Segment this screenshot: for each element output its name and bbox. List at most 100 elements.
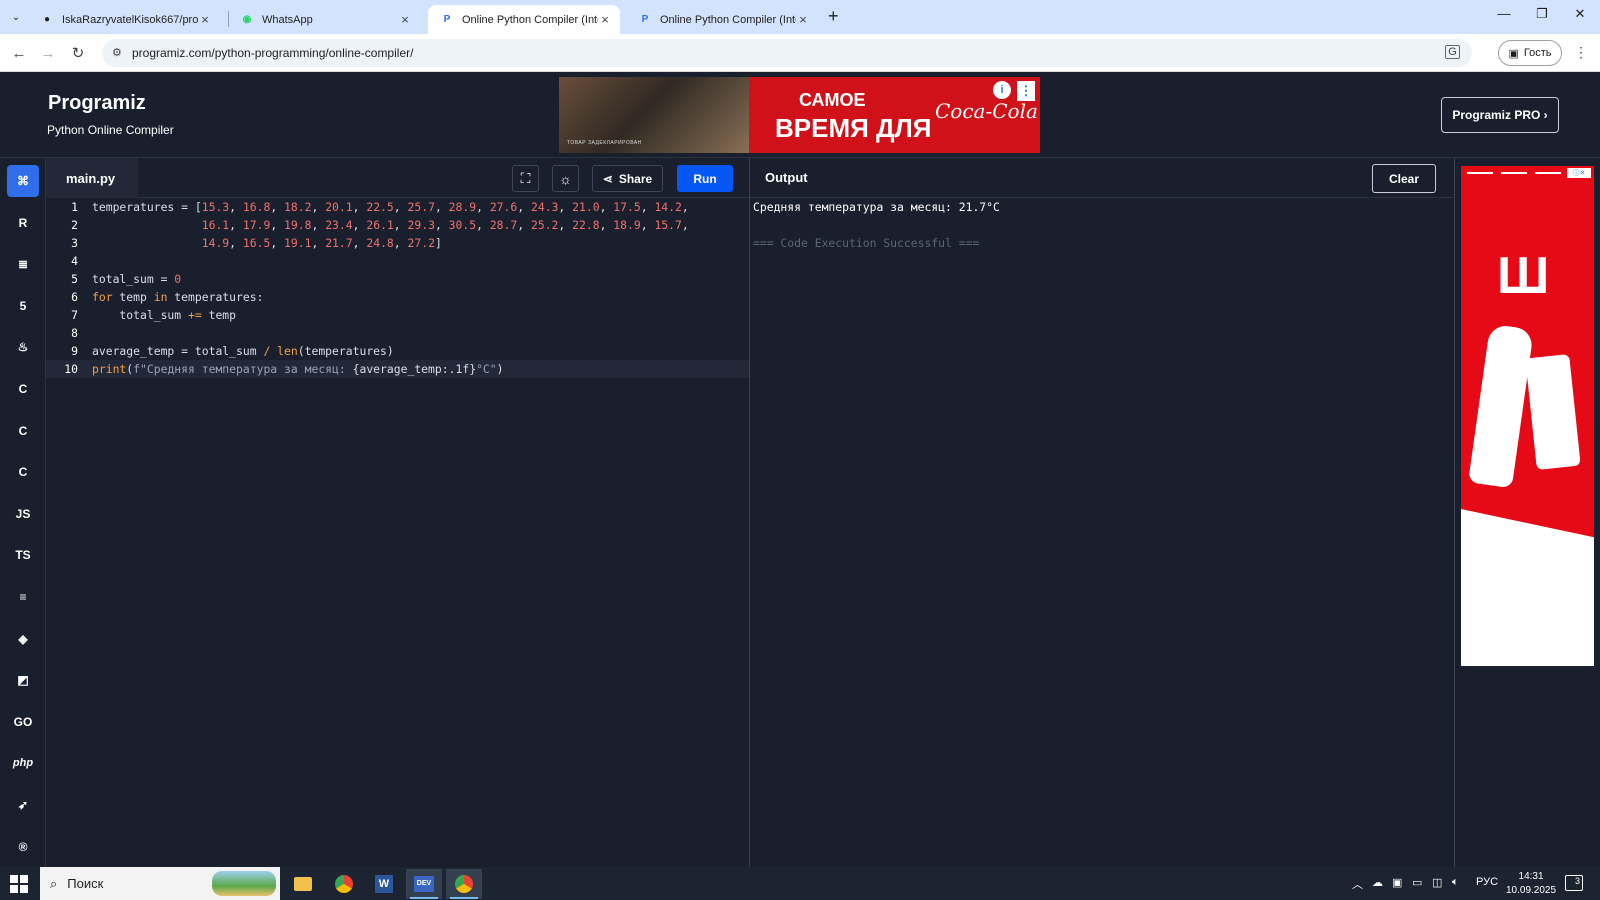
java-icon[interactable]: ♨ [7, 331, 39, 363]
programiz-logo[interactable]: Programiz [48, 92, 146, 115]
code-text[interactable]: 16.1, 17.9, 19.8, 23.4, 26.1, 29.3, 30.5… [92, 216, 689, 234]
taskbar-clock[interactable]: 14:31 10.09.2025 [1506, 870, 1556, 898]
code-text[interactable]: print(f"Средняя температура за месяц: {a… [92, 360, 504, 378]
devcpp-icon[interactable]: DEV [406, 869, 442, 899]
ts-icon[interactable]: TS [7, 539, 39, 571]
close-window-icon[interactable]: ✕ [1560, 6, 1600, 22]
code-line[interactable]: 6 for temp in temperatures: [46, 288, 750, 306]
tray-chevron-icon[interactable]: ︿ [1352, 876, 1363, 892]
python-icon[interactable]: ⌘ [7, 165, 39, 197]
c-icon[interactable]: C [7, 373, 39, 405]
close-tab-icon[interactable]: × [796, 12, 810, 27]
device-icon[interactable]: ▣ [1392, 876, 1402, 889]
wifi-icon[interactable]: ◫ [1432, 876, 1442, 889]
close-tab-icon[interactable]: × [198, 12, 212, 27]
ad-info-icon[interactable]: i [993, 81, 1011, 99]
browser-tab-github[interactable]: ● IskaRazryvatelKisok667/progra × [28, 5, 220, 34]
side-ad-banner[interactable]: ⓘ✕ Ш [1461, 166, 1594, 666]
r-icon[interactable]: R [7, 207, 39, 239]
cpp-icon[interactable]: C [7, 415, 39, 447]
code-line[interactable]: 7 total_sum += temp [46, 306, 750, 324]
address-bar[interactable]: ⚙ programiz.com/python-programming/onlin… [102, 39, 1472, 67]
volume-icon[interactable]: 🔈︎ [1452, 876, 1459, 889]
fullscreen-icon[interactable]: ⛶ [512, 165, 539, 192]
windows-start-icon[interactable] [10, 875, 28, 893]
panel-divider[interactable] [749, 158, 750, 867]
csharp-icon[interactable]: C [7, 456, 39, 488]
ad-more-icon[interactable]: ⋮ [1017, 81, 1035, 101]
theme-toggle-sun-icon[interactable]: ☼ [552, 165, 579, 192]
clear-button[interactable]: Clear [1372, 164, 1436, 193]
code-line[interactable]: 2 16.1, 17.9, 19.8, 23.4, 26.1, 29.3, 30… [46, 216, 750, 234]
html5-icon[interactable]: 5 [7, 290, 39, 322]
browser-tab-whatsapp[interactable]: ◉ WhatsApp × [228, 5, 420, 34]
ad-photo: ТОВАР ЗАДЕКЛАРИРОВАН [559, 77, 749, 153]
guest-profile-button[interactable]: ▣ Гость [1498, 40, 1562, 66]
guest-label: Гость [1523, 47, 1552, 59]
page-subtitle: Python Online Compiler [47, 123, 174, 137]
chrome-active-icon[interactable] [446, 869, 482, 899]
code-text[interactable]: for temp in temperatures: [92, 288, 263, 306]
site-info-icon[interactable]: ⚙ [112, 46, 122, 59]
code-line[interactable]: 9 average_temp = total_sum / len(temperat… [46, 342, 750, 360]
tab-search-chevron-icon[interactable]: ⌄ [6, 7, 26, 27]
stack-icon[interactable]: ≡ [7, 581, 39, 613]
code-line[interactable]: 3 14.9, 16.5, 19.1, 21.7, 24.8, 27.2] [46, 234, 750, 252]
browser-tab-programiz-active[interactable]: P Online Python Compiler (Interp × [428, 5, 620, 34]
network-icon[interactable]: ▭ [1412, 876, 1422, 889]
search-placeholder: Поиск [67, 876, 104, 891]
ad-caption: ТОВАР ЗАДЕКЛАРИРОВАН [567, 140, 642, 146]
forward-arrow-icon[interactable]: → [37, 42, 59, 64]
browser-menu-icon[interactable]: ⋮ [1574, 44, 1588, 61]
back-arrow-icon[interactable]: ← [8, 42, 30, 64]
top-ad-banner[interactable]: ТОВАР ЗАДЕКЛАРИРОВАН САМОЕ ВРЕМЯ ДЛЯ Coc… [559, 77, 1040, 153]
run-button[interactable]: Run [677, 165, 733, 192]
rust-icon[interactable]: ® [7, 831, 39, 863]
browser-tab-programiz-2[interactable]: P Online Python Compiler (Interp × [626, 5, 818, 34]
file-tab-main-py[interactable]: main.py [46, 158, 138, 198]
notification-center-icon[interactable]: 3 [1565, 875, 1583, 891]
swift-icon[interactable]: ➶ [7, 789, 39, 821]
word-icon[interactable]: W [366, 869, 402, 899]
windows-taskbar: ⌕ Поиск W DEV ︿ ☁ ▣ ▭ ◫ 🔈︎ РУС 14:31 10.… [0, 867, 1600, 900]
close-tab-icon[interactable]: × [398, 12, 412, 27]
bottle-shape [1468, 323, 1534, 489]
minimize-icon[interactable]: — [1484, 6, 1524, 21]
code-text[interactable]: 14.9, 16.5, 19.1, 21.7, 24.8, 27.2] [92, 234, 442, 252]
line-number: 8 [71, 326, 78, 340]
url-text[interactable]: programiz.com/python-programming/online-… [132, 46, 413, 60]
ruby-icon[interactable]: ◈ [7, 623, 39, 655]
input-language[interactable]: РУС [1476, 876, 1498, 888]
taskbar-search[interactable]: ⌕ Поиск [40, 867, 280, 900]
chrome-icon[interactable] [326, 869, 362, 899]
code-line[interactable]: 1 temperatures = [15.3, 16.8, 18.2, 20.1,… [46, 198, 750, 216]
tab-title: Online Python Compiler (Interp [660, 13, 796, 26]
sql-icon[interactable]: ≣ [7, 248, 39, 280]
ad-choices-icon[interactable]: ⓘ✕ [1567, 168, 1591, 178]
code-text[interactable]: temperatures = [15.3, 16.8, 18.2, 20.1, … [92, 198, 689, 216]
php-icon[interactable]: php [7, 747, 39, 779]
code-line[interactable]: 5 total_sum = 0 [46, 270, 750, 288]
translate-icon[interactable]: G [1445, 45, 1460, 59]
file-explorer-icon[interactable] [285, 869, 321, 899]
onedrive-icon[interactable]: ☁ [1372, 876, 1383, 889]
code-text[interactable]: average_temp = total_sum / len(temperatu… [92, 342, 394, 360]
code-editor[interactable]: 1 temperatures = [15.3, 16.8, 18.2, 20.1,… [46, 198, 750, 867]
reload-icon[interactable]: ↻ [67, 42, 89, 64]
js-icon[interactable]: JS [7, 498, 39, 530]
programiz-icon: P [641, 14, 649, 25]
restore-icon[interactable]: ❐ [1522, 6, 1562, 22]
go-icon[interactable]: GO [7, 706, 39, 738]
line-number: 5 [71, 272, 78, 286]
line-number: 10 [64, 362, 78, 376]
new-tab-plus-icon[interactable]: + [828, 6, 839, 27]
code-line[interactable]: 8 [46, 324, 750, 342]
share-button[interactable]: ⋖ Share [592, 165, 663, 192]
programiz-pro-button[interactable]: Programiz PRO › [1441, 97, 1559, 133]
code-line[interactable]: 4 [46, 252, 750, 270]
code-text[interactable]: total_sum += temp [92, 306, 236, 324]
close-tab-icon[interactable]: × [598, 12, 612, 27]
code-line[interactable]: 10 print(f"Средняя температура за месяц: … [46, 360, 750, 378]
code-text[interactable]: total_sum = 0 [92, 270, 181, 288]
scala-icon[interactable]: ◩ [7, 664, 39, 696]
